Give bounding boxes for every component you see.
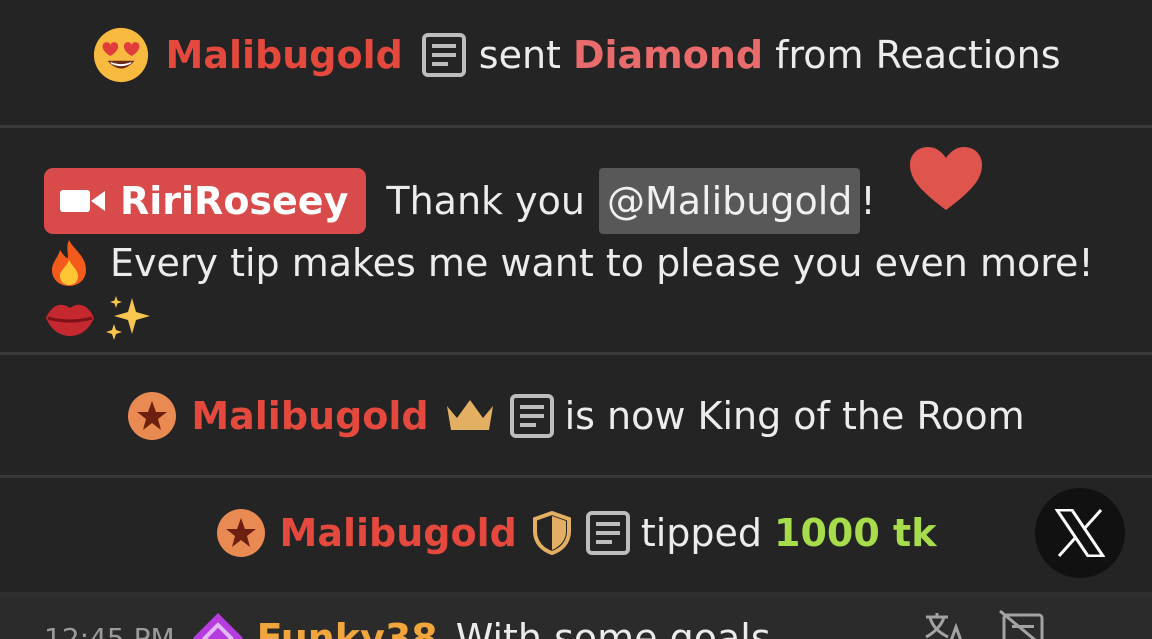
- king-text: is now King of the Room: [564, 394, 1025, 438]
- diamond-badge-icon: [192, 613, 243, 639]
- lips-icon: [46, 304, 94, 336]
- reaction-message: Malibugold sent Diamond from Reactions: [0, 24, 1152, 86]
- note-icon[interactable]: [421, 32, 467, 78]
- reaction-from-text: from Reactions: [775, 33, 1061, 77]
- partial-message-text: With some goals: [455, 616, 771, 639]
- king-username[interactable]: Malibugold: [191, 394, 428, 438]
- tip-message: Malibugold tipped 1000 tk: [0, 503, 1152, 563]
- video-camera-icon: [60, 190, 105, 212]
- mention-chip[interactable]: @Malibugold: [598, 168, 861, 234]
- king-message: Malibugold is now King of the Room: [0, 386, 1152, 446]
- partial-username[interactable]: Funky38: [257, 616, 438, 639]
- model-name: RiriRoseey: [120, 179, 349, 223]
- hide-message-icon[interactable]: [998, 609, 1048, 639]
- heart-icon: [910, 147, 982, 210]
- reaction-gift-name: Diamond: [572, 33, 764, 77]
- star-badge-icon: [128, 392, 177, 440]
- crown-icon: [446, 400, 493, 430]
- exclamation-text: !: [860, 179, 876, 223]
- reaction-sent-text: sent: [478, 33, 561, 77]
- fire-icon: [52, 240, 86, 286]
- thank-you-text: Thank you: [386, 179, 585, 223]
- tip-amount: 1000 tk: [774, 511, 937, 555]
- note-icon[interactable]: [585, 510, 631, 556]
- message-timestamp: 12:45 PM: [44, 621, 175, 639]
- thank-you-line2: Every tip makes me want to please you ev…: [110, 241, 1094, 285]
- tip-text: tipped: [640, 511, 763, 555]
- x-logo-icon: [1055, 509, 1105, 557]
- tip-username[interactable]: Malibugold: [280, 511, 517, 555]
- reaction-username[interactable]: Malibugold: [166, 33, 403, 77]
- model-name-chip[interactable]: RiriRoseey: [44, 168, 367, 234]
- thank-you-message: RiriRoseey Thank you @Malibugold ! Every…: [44, 147, 1124, 340]
- partial-message-row: 12:45 PM Funky38 With some goals: [0, 597, 1152, 639]
- shield-icon: [532, 511, 571, 555]
- x-share-button[interactable]: [1035, 488, 1125, 578]
- sparkles-icon: [106, 296, 150, 340]
- star-badge-icon: [216, 509, 265, 557]
- heart-eyes-emoji-icon: [93, 27, 148, 83]
- translate-icon[interactable]: [922, 611, 968, 639]
- note-icon[interactable]: [509, 393, 555, 439]
